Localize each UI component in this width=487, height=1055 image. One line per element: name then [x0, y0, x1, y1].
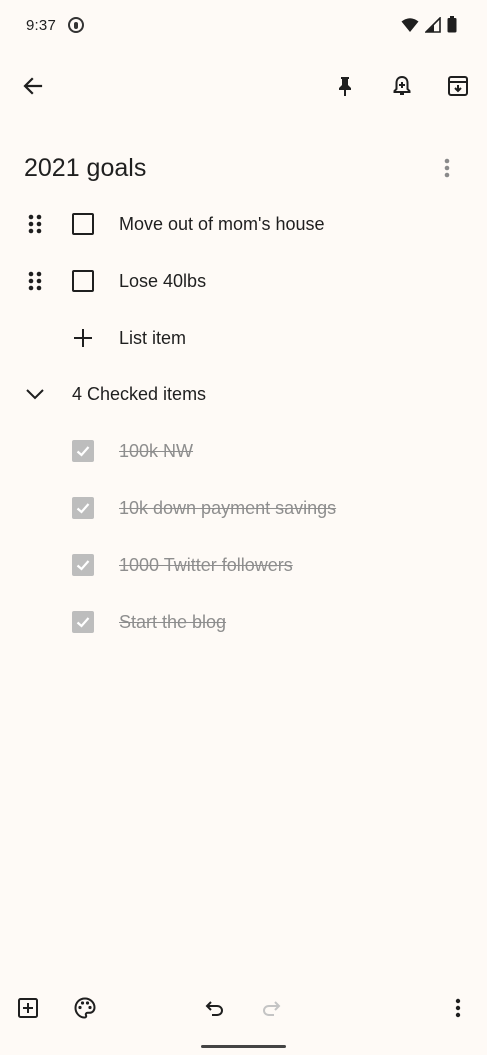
battery-icon: [447, 16, 457, 33]
status-indicators: [401, 16, 457, 33]
palette-icon: [74, 997, 96, 1019]
chevron-down-icon: [26, 389, 44, 400]
reminder-bell-icon: [393, 75, 411, 95]
color-palette-button[interactable]: [61, 984, 109, 1032]
archive-icon: [448, 76, 468, 96]
top-toolbar: [0, 62, 487, 112]
more-vert-icon: [455, 998, 461, 1018]
bottom-action-bar: [0, 984, 487, 1032]
redo-button[interactable]: [247, 984, 295, 1032]
pin-button[interactable]: [321, 62, 369, 110]
check-icon: [76, 503, 90, 514]
checked-list-item: 100k NW: [0, 427, 487, 475]
status-bar: 9:37: [0, 0, 487, 50]
back-arrow-icon: [23, 77, 43, 95]
drag-handle-icon[interactable]: [24, 212, 46, 236]
item-checkbox-checked[interactable]: [72, 497, 94, 519]
check-icon: [76, 560, 90, 571]
item-checkbox[interactable]: [72, 270, 94, 292]
list-item: Move out of mom's house: [0, 200, 487, 248]
title-row: 2021 goals: [24, 146, 467, 190]
notification-icon: [68, 17, 84, 33]
item-text[interactable]: Move out of mom's house: [119, 200, 325, 248]
checked-items-count: 4 Checked items: [72, 384, 207, 404]
check-icon: [76, 446, 90, 457]
pin-icon: [339, 77, 351, 96]
item-text[interactable]: 1000 Twitter followers: [119, 541, 293, 589]
add-box-icon: [18, 998, 38, 1018]
more-options-button[interactable]: [434, 984, 482, 1032]
redo-icon: [262, 1001, 281, 1016]
home-indicator[interactable]: [201, 1045, 286, 1048]
item-text[interactable]: 10k down payment savings: [119, 484, 336, 532]
add-content-button[interactable]: [4, 984, 52, 1032]
more-vert-icon: [444, 158, 450, 178]
checked-list-item: Start the blog: [0, 598, 487, 646]
item-checkbox-checked[interactable]: [72, 554, 94, 576]
check-icon: [76, 617, 90, 628]
add-list-item-button[interactable]: List item: [0, 314, 487, 362]
archive-button[interactable]: [434, 62, 482, 110]
item-checkbox[interactable]: [72, 213, 94, 235]
item-checkbox-checked[interactable]: [72, 611, 94, 633]
item-text[interactable]: Start the blog: [119, 598, 226, 646]
undo-icon: [205, 1001, 224, 1016]
cellular-signal-icon: [425, 16, 441, 33]
title-more-button[interactable]: [435, 156, 459, 180]
add-list-item-label: List item: [119, 328, 187, 348]
plus-icon: [74, 329, 92, 347]
list-item: Lose 40lbs: [0, 257, 487, 305]
status-time: 9:37: [26, 16, 56, 34]
checked-items-toggle[interactable]: 4 Checked items: [0, 370, 487, 418]
item-text[interactable]: Lose 40lbs: [119, 257, 206, 305]
reminder-button[interactable]: [378, 62, 426, 110]
checked-list-item: 10k down payment savings: [0, 484, 487, 532]
note-title[interactable]: 2021 goals: [24, 146, 467, 190]
drag-handle-icon[interactable]: [24, 269, 46, 293]
back-button[interactable]: [9, 62, 57, 110]
checked-list-item: 1000 Twitter followers: [0, 541, 487, 589]
wifi-icon: [401, 17, 419, 32]
undo-button[interactable]: [191, 984, 239, 1032]
item-checkbox-checked[interactable]: [72, 440, 94, 462]
item-text[interactable]: 100k NW: [119, 427, 193, 475]
